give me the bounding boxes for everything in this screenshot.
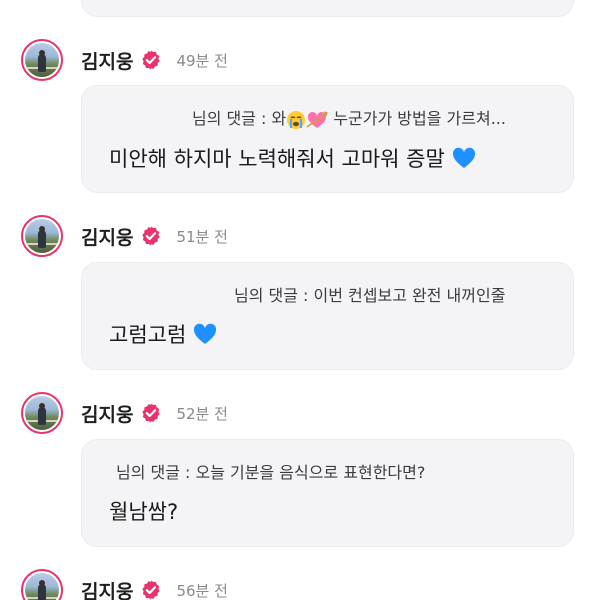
reply-reference[interactable]: 님의 댓글 : 와 누군가가 방법을 가르쳐...	[192, 105, 573, 130]
message-text: 미안해 하지마 노력해줘서 고마워 증말	[109, 146, 445, 171]
avatar-photo	[25, 573, 59, 600]
avatar[interactable]	[21, 215, 63, 257]
avatar-photo	[25, 219, 59, 253]
timestamp: 51분 전	[176, 227, 228, 246]
comment-header: 김지웅 52분 전	[21, 389, 228, 437]
reply-reference[interactable]: 님의 댓글 : 이번 컨셉보고 완전 내꺼인줄	[234, 282, 573, 306]
username[interactable]: 김지웅	[81, 400, 133, 427]
username[interactable]: 김지웅	[81, 223, 133, 250]
username[interactable]: 김지웅	[81, 577, 133, 600]
reply-text-continued: 누군가가 방법을 가르쳐...	[328, 109, 506, 128]
verified-badge-icon	[142, 403, 161, 423]
verified-badge-icon	[142, 580, 161, 600]
comment-feed[interactable]: 김지웅 49분 전 님의 댓글 : 와 누군가가 방법을 가르쳐... 미안해 …	[0, 0, 600, 600]
comment-message: 고럼고럼	[109, 319, 573, 349]
loudly-crying-face-icon	[287, 110, 306, 129]
reply-text: 님의 댓글 : 이번 컨셉보고 완전 내꺼인줄	[234, 286, 506, 305]
avatar-photo	[25, 43, 59, 77]
blue-heart-icon	[452, 147, 475, 168]
comment-header: 김지웅 51분 전	[21, 212, 228, 260]
heart-with-arrow-icon	[306, 110, 329, 128]
verified-badge-icon	[142, 226, 161, 246]
message-text: 월남쌈?	[109, 500, 179, 524]
verified-badge-icon	[142, 50, 161, 70]
reply-text: 님의 댓글 : 와	[192, 109, 287, 128]
comment-header: 김지웅 56분 전	[21, 566, 228, 600]
timestamp: 49분 전	[176, 51, 228, 70]
blue-heart-icon	[194, 323, 217, 344]
avatar-photo	[25, 396, 59, 430]
message-text: 고럼고럼	[109, 323, 187, 347]
comment-message: 미안해 하지마 노력해줘서 고마워 증말	[109, 143, 573, 173]
comment-message: 월남쌈?	[109, 496, 573, 526]
timestamp: 52분 전	[176, 404, 228, 423]
avatar[interactable]	[21, 392, 63, 434]
avatar[interactable]	[21, 569, 63, 600]
username[interactable]: 김지웅	[81, 47, 133, 74]
reply-reference[interactable]: 님의 댓글 : 오늘 기분을 음식으로 표현한다면?	[116, 459, 573, 483]
comment-bubble[interactable]: 님의 댓글 : 와 누군가가 방법을 가르쳐... 미안해 하지마 노력해줘서 …	[81, 85, 574, 193]
comment-header: 김지웅 49분 전	[21, 36, 228, 84]
reply-text: 님의 댓글 : 오늘 기분을 음식으로 표현한다면?	[116, 463, 426, 482]
previous-comment-bubble	[81, 0, 574, 17]
timestamp: 56분 전	[176, 581, 228, 600]
comment-bubble[interactable]: 님의 댓글 : 오늘 기분을 음식으로 표현한다면? 월남쌈?	[81, 439, 574, 547]
avatar[interactable]	[21, 39, 63, 81]
comment-bubble[interactable]: 님의 댓글 : 이번 컨셉보고 완전 내꺼인줄 고럼고럼	[81, 262, 574, 370]
